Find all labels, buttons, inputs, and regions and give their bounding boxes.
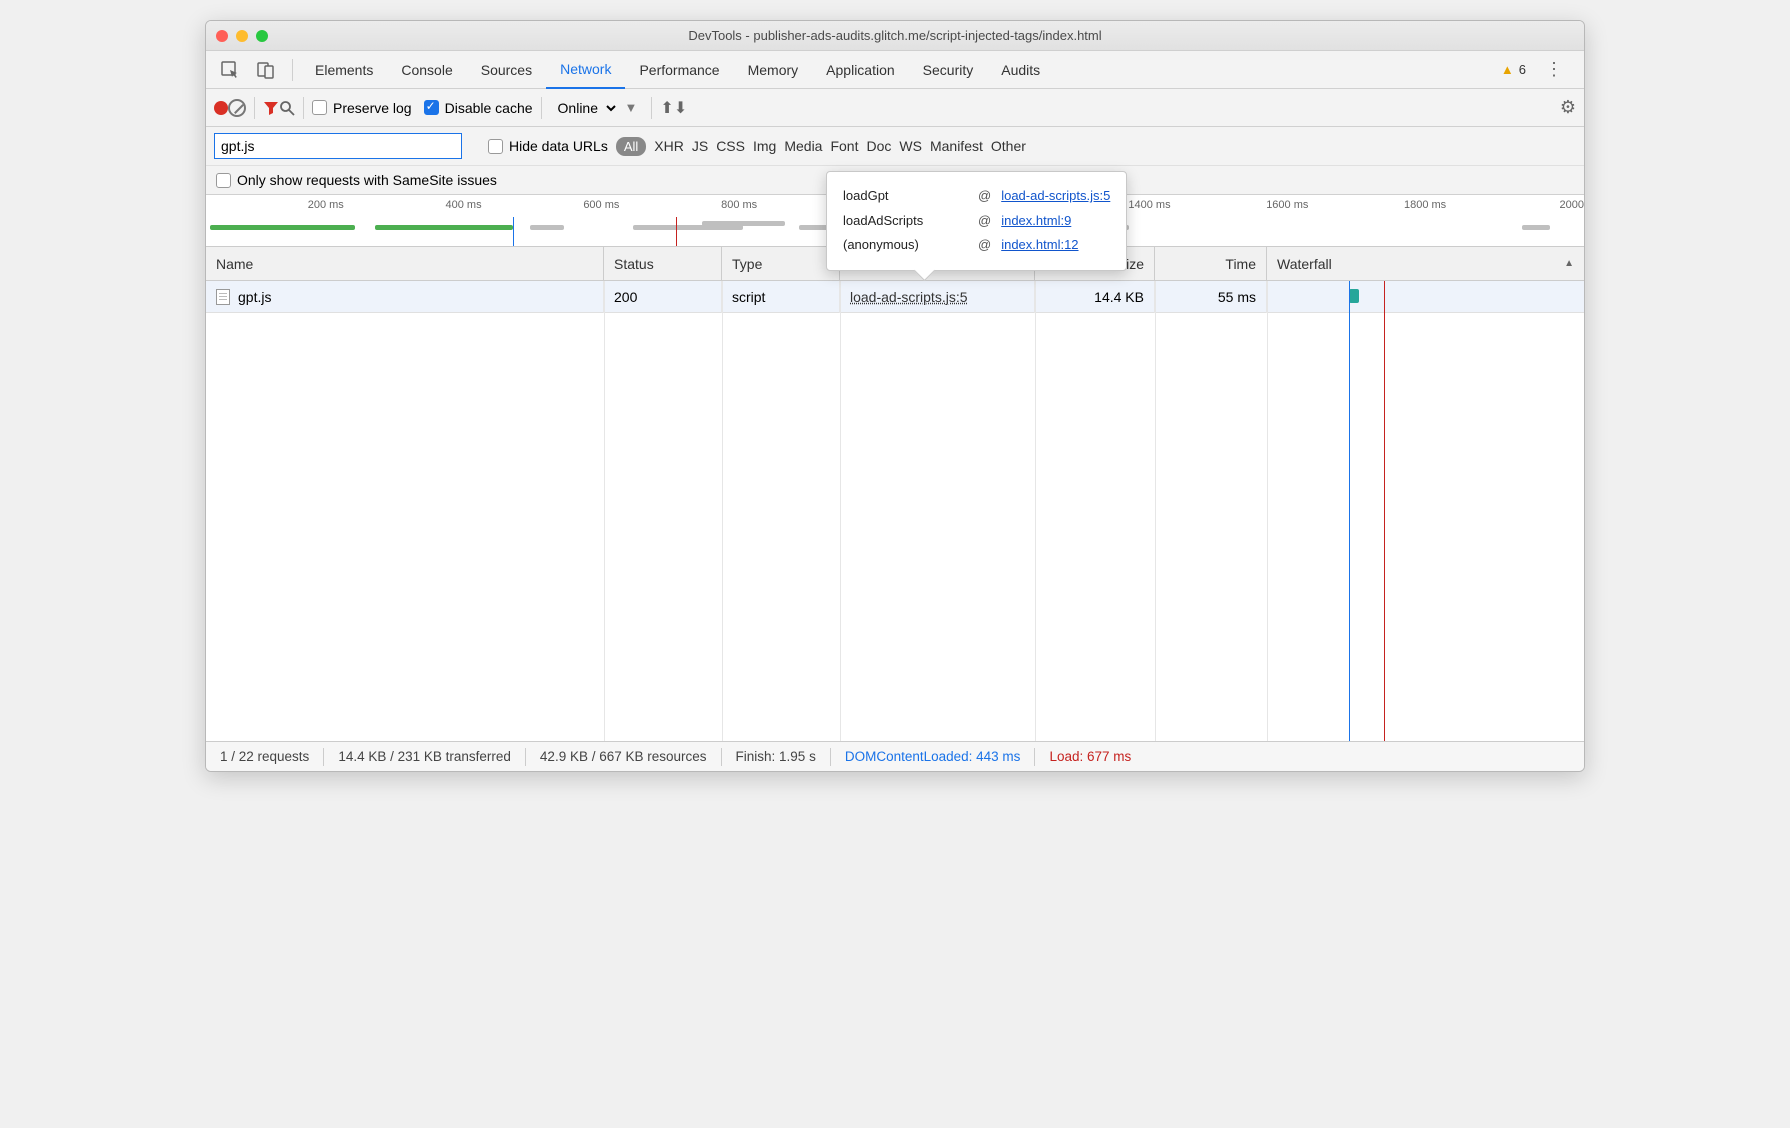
col-header-type[interactable]: Type [722,247,840,280]
filter-type-css[interactable]: CSS [716,138,745,154]
device-toolbar-icon[interactable] [252,56,280,84]
stack-link[interactable]: index.html:12 [1001,233,1078,258]
preserve-log-checkbox[interactable]: Preserve log [312,100,412,116]
stack-link[interactable]: index.html:9 [1001,209,1071,234]
filter-input[interactable] [214,133,462,159]
upload-har-icon[interactable]: ⬆ [660,98,673,118]
cell-status: 200 [604,281,722,313]
filter-bar: Hide data URLs All XHR JS CSS Img Media … [206,127,1584,166]
hide-data-urls-checkbox[interactable]: Hide data URLs [488,138,608,154]
download-har-icon[interactable]: ⬇ [674,98,687,118]
filter-type-media[interactable]: Media [784,138,822,154]
filter-type-all[interactable]: All [616,137,646,156]
cell-initiator: load-ad-scripts.js:5 [840,281,1035,313]
status-resources: 42.9 KB / 667 KB resources [526,749,721,764]
filter-type-js[interactable]: JS [692,138,708,154]
filter-type-manifest[interactable]: Manifest [930,138,983,154]
window-controls [216,30,268,42]
filter-type-img[interactable]: Img [753,138,776,154]
initiator-link[interactable]: load-ad-scripts.js:5 [850,289,968,305]
status-finish: Finish: 1.95 s [722,749,830,764]
filter-type-other[interactable]: Other [991,138,1026,154]
cell-time: 55 ms [1155,281,1267,313]
window-title: DevTools - publisher-ads-audits.glitch.m… [206,28,1584,43]
tab-audits[interactable]: Audits [987,51,1054,89]
settings-icon[interactable]: ⚙ [1560,97,1576,118]
disable-cache-checkbox[interactable]: Disable cache [424,100,533,116]
more-menu-icon[interactable]: ⋮ [1540,56,1568,84]
tab-network[interactable]: Network [546,51,625,89]
devtools-window: DevTools - publisher-ads-audits.glitch.m… [205,20,1585,772]
stack-frame: (anonymous) @ index.html:12 [843,233,1110,258]
filter-icon[interactable] [263,100,279,116]
titlebar: DevTools - publisher-ads-audits.glitch.m… [206,21,1584,51]
main-tab-bar: Elements Console Sources Network Perform… [206,51,1584,89]
tab-performance[interactable]: Performance [625,51,733,89]
network-toolbar: Preserve log Disable cache Online ▼ ⬆ ⬇ … [206,89,1584,127]
dropdown-icon: ▼ [625,100,638,115]
col-header-name[interactable]: Name [206,247,604,280]
filter-type-font[interactable]: Font [830,138,858,154]
status-requests: 1 / 22 requests [206,749,323,764]
tab-console[interactable]: Console [387,51,466,89]
cell-waterfall [1267,281,1584,313]
status-load: Load: 677 ms [1035,749,1145,764]
clear-button[interactable] [228,99,246,117]
filter-type-xhr[interactable]: XHR [654,138,684,154]
search-icon[interactable] [279,100,295,116]
filter-type-ws[interactable]: WS [899,138,922,154]
zoom-icon[interactable] [256,30,268,42]
warning-icon: ▲ [1501,62,1514,77]
col-header-status[interactable]: Status [604,247,722,280]
minimize-icon[interactable] [236,30,248,42]
status-bar: 1 / 22 requests 14.4 KB / 231 KB transfe… [206,741,1584,771]
col-header-time[interactable]: Time [1155,247,1267,280]
tab-application[interactable]: Application [812,51,909,89]
cell-size: 14.4 KB [1035,281,1155,313]
tab-security[interactable]: Security [909,51,988,89]
status-dcl: DOMContentLoaded: 443 ms [831,749,1035,764]
status-transferred: 14.4 KB / 231 KB transferred [324,749,525,764]
warnings-badge[interactable]: ▲ 6 [1501,62,1526,77]
close-icon[interactable] [216,30,228,42]
record-button[interactable] [214,101,228,115]
tab-elements[interactable]: Elements [301,51,387,89]
tab-sources[interactable]: Sources [467,51,546,89]
cell-type: script [722,281,840,313]
cell-name: gpt.js [206,281,604,313]
tab-memory[interactable]: Memory [734,51,813,89]
inspect-element-icon[interactable] [216,56,244,84]
throttling-select[interactable]: Online [550,97,619,119]
filter-type-doc[interactable]: Doc [866,138,891,154]
stack-frame: loadGpt @ load-ad-scripts.js:5 [843,184,1110,209]
stack-link[interactable]: load-ad-scripts.js:5 [1001,184,1110,209]
file-icon [216,289,230,305]
warning-count: 6 [1519,62,1526,77]
initiator-stack-tooltip: loadGpt @ load-ad-scripts.js:5 loadAdScr… [826,171,1127,271]
request-table-body: gpt.js 200 script load-ad-scripts.js:5 1… [206,281,1584,741]
stack-frame: loadAdScripts @ index.html:9 [843,209,1110,234]
col-header-waterfall[interactable]: Waterfall [1267,247,1584,280]
table-row[interactable]: gpt.js 200 script load-ad-scripts.js:5 1… [206,281,1584,313]
dcl-line [1349,281,1350,741]
load-line [1384,281,1385,741]
samesite-checkbox[interactable]: Only show requests with SameSite issues [216,172,497,188]
